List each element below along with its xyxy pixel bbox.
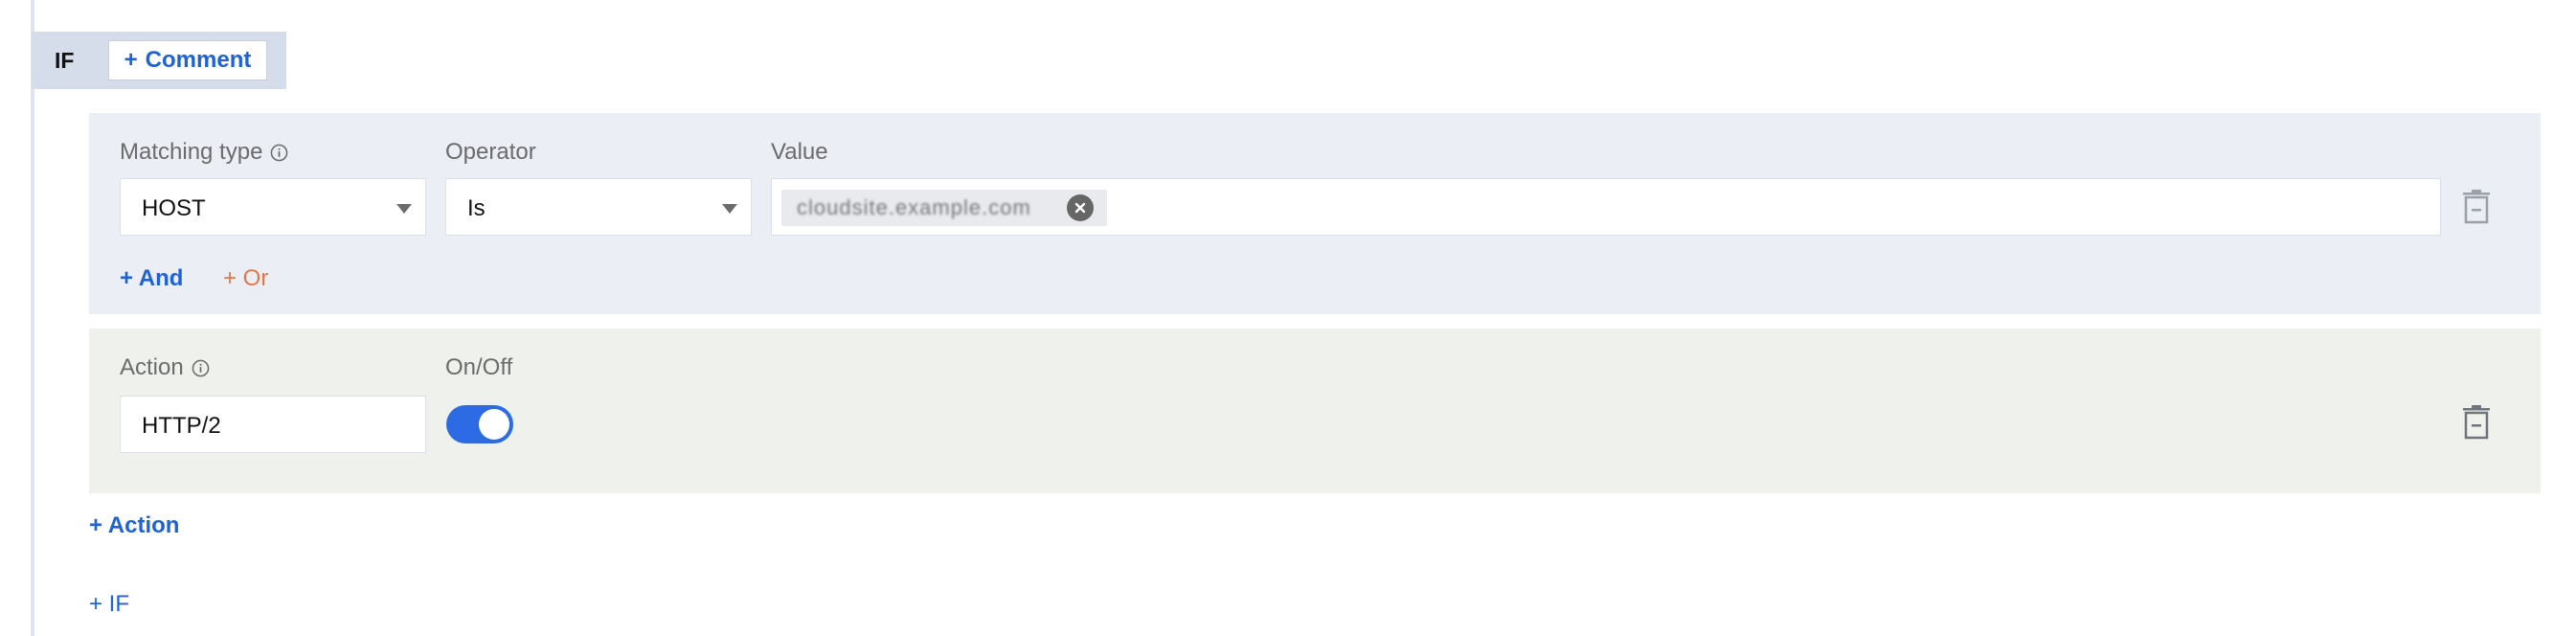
matching-type-value: HOST bbox=[142, 195, 206, 221]
rule-rail bbox=[31, 0, 34, 636]
add-and-condition-link[interactable]: + And bbox=[120, 265, 183, 292]
plus-icon: + bbox=[124, 47, 138, 73]
chevron-down-icon bbox=[396, 204, 412, 214]
action-value: HTTP/2 bbox=[142, 413, 221, 439]
operator-value: Is bbox=[467, 195, 486, 221]
value-tag: cloudsite.example.com bbox=[781, 190, 1107, 226]
matching-type-label-text: Matching type bbox=[120, 139, 263, 165]
if-label: IF bbox=[55, 48, 75, 73]
add-or-condition-link[interactable]: + Or bbox=[223, 265, 268, 292]
add-action-link[interactable]: + Action bbox=[89, 512, 179, 539]
value-label: Value bbox=[771, 139, 828, 165]
value-tag-text: cloudsite.example.com bbox=[797, 195, 1031, 219]
onoff-toggle[interactable] bbox=[446, 405, 513, 443]
action-label-text: Action bbox=[120, 354, 184, 380]
operator-select[interactable]: Is bbox=[445, 178, 752, 236]
matching-type-label: Matching type bbox=[120, 139, 288, 166]
operator-label: Operator bbox=[445, 139, 536, 165]
action-panel: Action On/Off HTTP/2 bbox=[89, 329, 2541, 493]
action-label: Action bbox=[120, 354, 210, 381]
action-field[interactable]: HTTP/2 bbox=[120, 396, 426, 453]
chevron-down-icon bbox=[722, 204, 737, 214]
info-icon[interactable] bbox=[192, 359, 210, 377]
value-input[interactable]: cloudsite.example.com bbox=[771, 178, 2441, 236]
close-icon[interactable] bbox=[1067, 194, 1094, 221]
comment-button-label: Comment bbox=[145, 47, 252, 73]
matching-type-select[interactable]: HOST bbox=[120, 178, 426, 236]
condition-panel: Matching type Operator Value HOST Is clo… bbox=[89, 113, 2541, 314]
toggle-knob bbox=[479, 409, 509, 440]
if-header: IF + Comment bbox=[32, 32, 286, 89]
onoff-label: On/Off bbox=[445, 354, 513, 380]
add-if-link[interactable]: + IF bbox=[89, 591, 129, 618]
info-icon[interactable] bbox=[270, 144, 288, 162]
delete-condition-icon[interactable] bbox=[2461, 190, 2492, 224]
add-comment-button[interactable]: + Comment bbox=[108, 40, 267, 80]
delete-action-icon[interactable] bbox=[2461, 405, 2492, 440]
